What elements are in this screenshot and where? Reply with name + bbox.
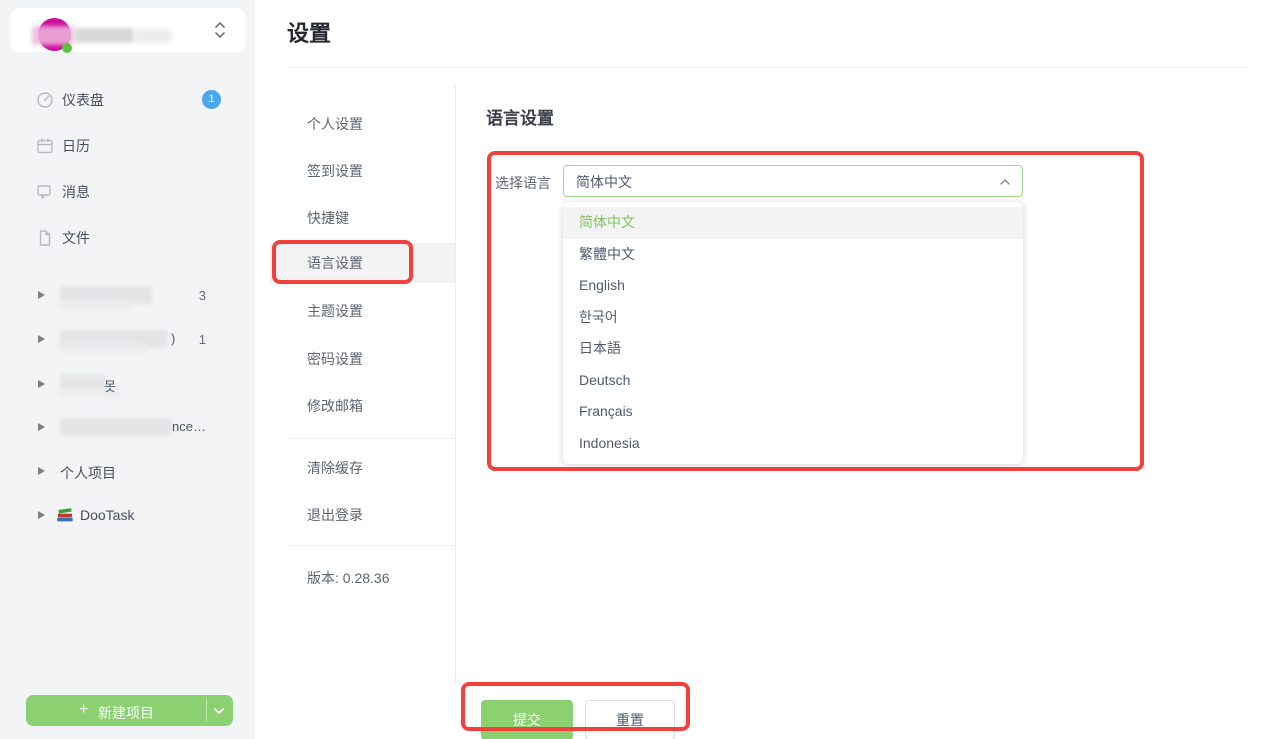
redacted-project-name-2 (60, 300, 130, 310)
menu-item-theme-settings[interactable]: 主题设置 (307, 301, 363, 321)
menu-item-clear-cache[interactable]: 清除缓存 (307, 458, 363, 478)
sidebar-item-messages[interactable]: 消息 (0, 180, 255, 204)
project-count: 1 (182, 332, 206, 347)
project-item-personal[interactable]: 个人项目 (0, 460, 255, 484)
option-french[interactable]: Français (563, 396, 1023, 428)
project-item-redacted-1[interactable]: 3 (0, 284, 255, 308)
menu-item-language-settings[interactable]: 语言设置 (307, 253, 363, 273)
online-status-dot (62, 43, 72, 53)
reset-button[interactable]: 重置 (585, 700, 675, 739)
menu-item-shortcuts[interactable]: 快捷键 (307, 208, 349, 228)
dootask-settings-window: 仪表盘 1 日历 消息 文件 (0, 0, 1280, 739)
sidebar-item-calendar[interactable]: 日历 (0, 134, 255, 158)
chevron-up-icon (1000, 179, 1010, 185)
language-select-label: 选择语言 (495, 173, 551, 193)
project-item-redacted-2[interactable]: ) 1 (0, 328, 255, 352)
redacted-project-name (60, 418, 172, 436)
nav-label: 仪表盘 (62, 91, 104, 109)
menu-divider (287, 438, 455, 439)
menu-item-password-settings[interactable]: 密码设置 (307, 349, 363, 369)
project-item-redacted-4[interactable]: nce… (0, 416, 255, 440)
sidebar-item-files[interactable]: 文件 (0, 226, 255, 250)
column-divider (455, 85, 456, 685)
project-count: 3 (182, 288, 206, 303)
unread-badge: 1 (202, 90, 221, 109)
option-german[interactable]: Deutsch (563, 365, 1023, 397)
new-project-button[interactable]: + 新建项目 (26, 695, 233, 726)
project-name-fragment: 못 (104, 376, 116, 395)
expand-arrow-icon[interactable] (38, 467, 45, 475)
nav-label: 日历 (62, 137, 90, 155)
option-traditional-chinese[interactable]: 繁體中文 (563, 239, 1023, 271)
project-name: 个人项目 (60, 463, 116, 483)
submit-button[interactable]: 提交 (481, 700, 573, 739)
project-name: DooTask (80, 507, 134, 523)
project-name-fragment: nce… (172, 419, 206, 434)
menu-item-personal-settings[interactable]: 个人设置 (307, 114, 363, 134)
message-icon (36, 183, 54, 201)
file-icon (36, 229, 54, 247)
plus-icon: + (79, 701, 88, 719)
option-japanese[interactable]: 日本語 (563, 333, 1023, 365)
panel-title: 语言设置 (486, 104, 554, 129)
version-label: 版本: 0.28.36 (307, 568, 390, 588)
chevron-up-down-icon[interactable] (214, 21, 226, 39)
project-name-fragment: ) (171, 331, 175, 346)
expand-arrow-icon[interactable] (38, 335, 45, 343)
button-divider (206, 699, 207, 722)
menu-item-checkin-settings[interactable]: 签到设置 (307, 161, 363, 181)
option-simplified-chinese[interactable]: 简体中文 (563, 207, 1023, 239)
language-select[interactable]: 简体中文 (563, 165, 1023, 197)
option-english[interactable]: English (563, 270, 1023, 302)
expand-arrow-icon[interactable] (38, 423, 45, 431)
user-card[interactable] (10, 8, 246, 52)
redacted-project-name-2 (60, 344, 146, 354)
option-korean[interactable]: 한국어 (563, 302, 1023, 334)
selected-language-value: 简体中文 (576, 172, 632, 192)
header-divider (287, 67, 1247, 68)
project-item-dootask[interactable]: DooTask (0, 504, 255, 528)
menu-divider (287, 545, 455, 546)
menu-item-change-email[interactable]: 修改邮箱 (307, 396, 363, 416)
sidebar: 仪表盘 1 日历 消息 文件 (0, 0, 255, 739)
redacted-username-3 (134, 29, 172, 43)
nav-label: 文件 (62, 229, 90, 247)
sidebar-item-dashboard[interactable]: 仪表盘 1 (0, 88, 255, 112)
chevron-down-icon[interactable] (214, 708, 224, 714)
dashboard-icon (36, 91, 54, 109)
expand-arrow-icon[interactable] (38, 291, 45, 299)
page-title: 设置 (287, 16, 331, 48)
option-indonesian[interactable]: Indonesia (563, 428, 1023, 460)
menu-item-logout[interactable]: 退出登录 (307, 505, 363, 525)
language-dropdown: 简体中文 繁體中文 English 한국어 日本語 Deutsch França… (563, 202, 1023, 464)
books-icon (56, 507, 75, 524)
calendar-icon (36, 137, 54, 155)
redacted-username-2 (74, 28, 134, 43)
expand-arrow-icon[interactable] (38, 380, 45, 388)
nav-label: 消息 (62, 183, 90, 201)
new-project-label: 新建项目 (98, 703, 154, 723)
expand-arrow-icon[interactable] (38, 511, 45, 519)
project-item-redacted-3[interactable]: 못 (0, 373, 255, 397)
